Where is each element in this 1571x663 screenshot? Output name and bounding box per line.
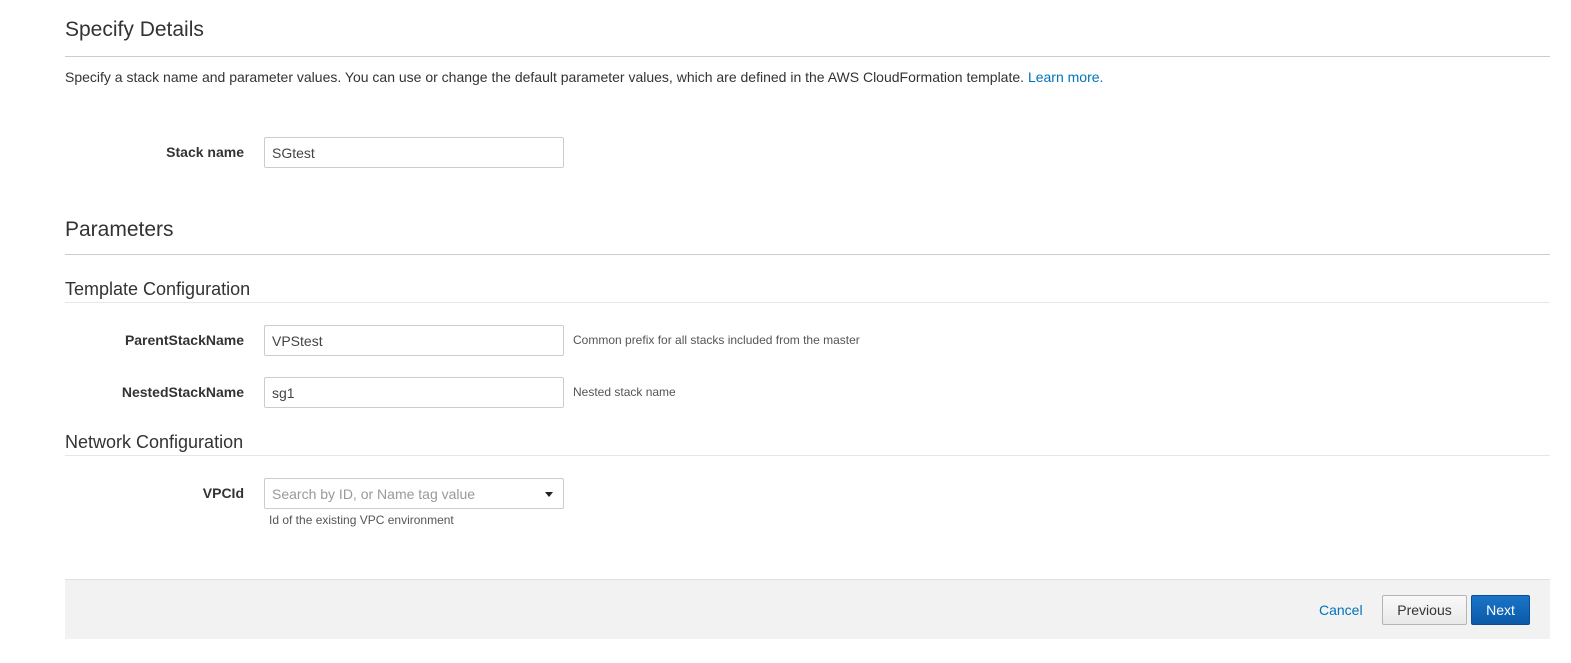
network-configuration-heading: Network Configuration — [65, 432, 244, 452]
parent-stack-name-input[interactable] — [264, 325, 564, 356]
page-description: Specify a stack name and parameter value… — [65, 69, 1103, 85]
stack-name-label: Stack name — [166, 144, 244, 160]
parent-stack-name-label: ParentStackName — [124, 332, 244, 348]
vpc-id-placeholder: Search by ID, or Name tag value — [272, 486, 476, 502]
previous-button[interactable]: Previous — [1382, 595, 1467, 625]
vpc-id-hint: Id of the existing VPC environment — [269, 513, 454, 527]
network-configuration-divider — [65, 455, 1550, 456]
nested-stack-name-hint: Nested stack name — [573, 385, 676, 399]
parent-stack-name-hint: Common prefix for all stacks included fr… — [573, 333, 860, 347]
chevron-down-icon — [545, 492, 553, 497]
parameters-divider — [65, 254, 1550, 255]
title-divider — [65, 56, 1550, 57]
vpc-id-select[interactable]: Search by ID, or Name tag value — [264, 478, 564, 509]
template-configuration-divider — [65, 302, 1550, 303]
specify-details-page: Specify Details Specify a stack name and… — [0, 0, 1571, 663]
next-button[interactable]: Next — [1471, 595, 1530, 625]
stack-name-input[interactable] — [264, 137, 564, 168]
parameters-title: Parameters — [65, 218, 174, 241]
nested-stack-name-label: NestedStackName — [121, 384, 244, 400]
learn-more-link[interactable]: Learn more. — [1028, 69, 1103, 85]
nested-stack-name-input[interactable] — [264, 377, 564, 408]
description-text: Specify a stack name and parameter value… — [65, 69, 1025, 85]
vpc-id-label: VPCId — [202, 485, 244, 501]
cancel-button[interactable]: Cancel — [1319, 602, 1363, 618]
page-title: Specify Details — [65, 18, 204, 41]
template-configuration-heading: Template Configuration — [65, 279, 251, 299]
